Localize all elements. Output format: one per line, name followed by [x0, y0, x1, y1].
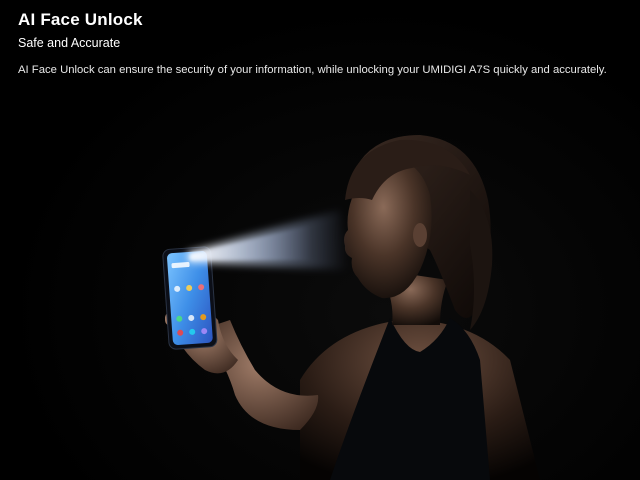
woman-figure — [300, 135, 540, 480]
face-unlock-illustration — [162, 135, 540, 480]
face-scan-light-beam — [188, 210, 348, 270]
feature-banner: AI Face Unlock Safe and Accurate AI Face… — [0, 0, 640, 480]
